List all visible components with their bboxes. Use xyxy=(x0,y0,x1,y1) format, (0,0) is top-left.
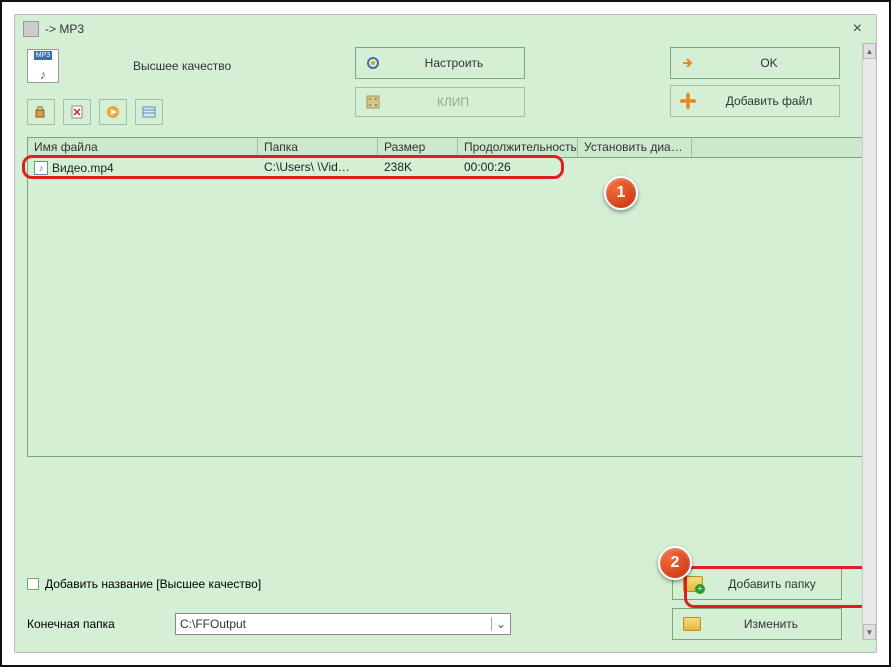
cell-duration: 00:00:26 xyxy=(458,158,578,178)
change-label: Изменить xyxy=(711,617,831,631)
ok-button[interactable]: OK xyxy=(670,47,840,79)
file-table: Имя файла Папка Размер Продолжительность… xyxy=(27,137,864,457)
clip-label: КЛИП xyxy=(390,95,516,109)
cell-filename: ♪ Видео.mp4 xyxy=(28,158,258,178)
mp3-badge-text: MP3 xyxy=(34,51,52,60)
film-icon xyxy=(364,93,382,111)
tool-play-button[interactable] xyxy=(99,99,127,125)
scroll-down-button[interactable]: ▼ xyxy=(863,624,876,640)
add-file-label: Добавить файл xyxy=(707,94,831,108)
window-title: -> MP3 xyxy=(45,22,84,36)
add-folder-button[interactable]: + Добавить папку xyxy=(672,568,842,600)
annotation-badge-2: 2 xyxy=(658,546,692,580)
scroll-up-button[interactable]: ▲ xyxy=(863,43,876,59)
add-title-label: Добавить название [Высшее качество] xyxy=(45,577,261,591)
th-range[interactable]: Установить диапа… xyxy=(578,138,692,157)
music-note-icon: ♪ xyxy=(40,68,47,81)
configure-label: Настроить xyxy=(392,56,516,70)
add-title-row: Добавить название [Высшее качество] + До… xyxy=(27,568,864,600)
folder-add-icon: + xyxy=(683,576,703,592)
tool-button-1[interactable] xyxy=(27,99,55,125)
th-folder[interactable]: Папка xyxy=(258,138,378,157)
add-file-button[interactable]: Добавить файл xyxy=(670,85,840,117)
quality-label: Высшее качество xyxy=(133,59,231,73)
cell-size: 238K xyxy=(378,158,458,178)
output-folder-row: Конечная папка C:\FFOutput ⌄ Изменить xyxy=(27,608,864,640)
settings-gear-icon xyxy=(364,54,382,72)
cell-folder: C:\Users\ \Vid… xyxy=(258,158,378,178)
plus-icon xyxy=(679,92,697,110)
arrow-right-icon xyxy=(679,54,697,72)
scroll-track[interactable] xyxy=(863,59,876,624)
th-filename[interactable]: Имя файла xyxy=(28,138,258,157)
add-title-checkbox[interactable] xyxy=(27,578,39,590)
output-folder-combo[interactable]: C:\FFOutput ⌄ xyxy=(175,613,511,635)
app-window: -> MP3 × MP3 ♪ Высшее качество Настроить xyxy=(14,14,877,653)
format-mp3-icon[interactable]: MP3 ♪ xyxy=(27,49,59,83)
vertical-scrollbar[interactable]: ▲ ▼ xyxy=(862,43,876,640)
tool-list-button[interactable] xyxy=(135,99,163,125)
folder-gear-icon xyxy=(683,617,701,631)
close-button[interactable]: × xyxy=(847,20,868,38)
table-row[interactable]: ♪ Видео.mp4 C:\Users\ \Vid… 238K 00:00:2… xyxy=(28,158,863,178)
file-icon: ♪ xyxy=(34,161,48,175)
bottom-panel: Добавить название [Высшее качество] + До… xyxy=(27,560,864,640)
change-button[interactable]: Изменить xyxy=(672,608,842,640)
output-folder-value: C:\FFOutput xyxy=(180,617,246,631)
th-duration[interactable]: Продолжительность xyxy=(458,138,578,157)
th-size[interactable]: Размер xyxy=(378,138,458,157)
titlebar: -> MP3 × xyxy=(15,15,876,43)
add-folder-label: Добавить папку xyxy=(713,577,831,591)
output-folder-label: Конечная папка xyxy=(27,617,167,631)
chevron-down-icon: ⌄ xyxy=(491,617,506,631)
annotation-badge-1: 1 xyxy=(604,176,638,210)
ok-label: OK xyxy=(707,56,831,70)
tool-remove-button[interactable] xyxy=(63,99,91,125)
filename-text: Видео.mp4 xyxy=(52,161,114,175)
configure-button[interactable]: Настроить xyxy=(355,47,525,79)
clip-button[interactable]: КЛИП xyxy=(355,87,525,117)
table-header: Имя файла Папка Размер Продолжительность… xyxy=(28,138,863,158)
screenshot-frame: -> MP3 × MP3 ♪ Высшее качество Настроить xyxy=(0,0,891,667)
app-icon xyxy=(23,21,39,37)
